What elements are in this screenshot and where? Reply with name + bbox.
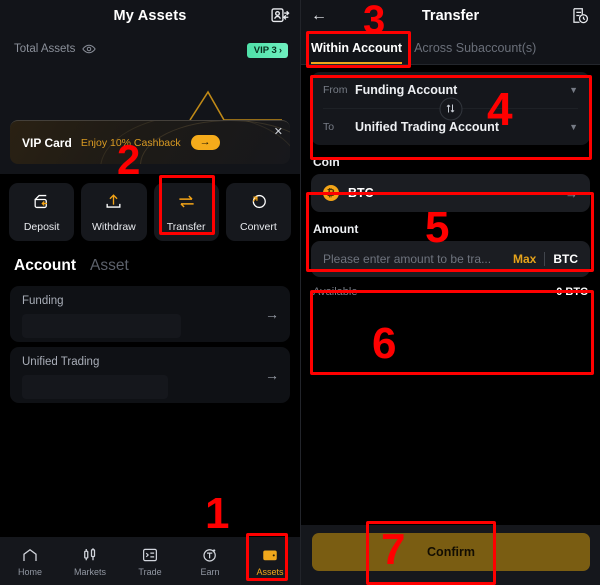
convert-label: Convert — [239, 220, 277, 233]
account-name: Funding — [22, 295, 64, 307]
transfer-tabs: Within Account Across Subaccount(s) — [301, 32, 600, 64]
eye-icon[interactable] — [82, 42, 97, 56]
chevron-right-icon: › — [278, 45, 282, 56]
vip-card-banner[interactable]: VIP Card Enjoy 10% Cashback → ✕ — [10, 120, 290, 164]
account-switch-icon[interactable] — [269, 5, 291, 27]
available-label: Available — [313, 286, 358, 298]
home-icon — [23, 548, 37, 561]
tab-across-subaccounts[interactable]: Across Subaccount(s) — [414, 41, 536, 64]
amount-unit: BTC — [553, 252, 578, 266]
tab-account[interactable]: Account — [14, 257, 76, 275]
earn-icon — [203, 548, 216, 562]
my-assets-panel: My Assets Total Assets VIP 3 › VIP Card … — [0, 0, 300, 585]
deposit-label: Deposit — [23, 220, 60, 233]
transfer-history-icon[interactable] — [570, 6, 590, 26]
withdraw-button[interactable]: Withdraw — [81, 183, 147, 241]
deposit-icon — [32, 192, 51, 216]
total-assets-row: Total Assets — [14, 42, 286, 56]
from-value: Funding Account — [355, 83, 458, 97]
account-balance-skeleton — [22, 314, 181, 338]
account-card-unified-trading[interactable]: Unified Trading → — [10, 347, 290, 403]
nav-item-home[interactable]: Home — [0, 546, 60, 577]
account-name: Unified Trading — [22, 356, 100, 368]
btc-icon: ₿ — [323, 185, 339, 201]
vip-card-title: VIP Card — [22, 135, 72, 150]
chevron-down-icon: ▼ — [569, 122, 578, 132]
from-label: From — [323, 84, 348, 96]
quick-actions-row: Deposit Withdraw Transfer Convert — [0, 174, 300, 245]
bottom-navigation: Home Markets Trade Earn Assets — [0, 537, 300, 585]
deposit-button[interactable]: Deposit — [9, 183, 75, 241]
coin-symbol: BTC — [348, 186, 374, 200]
nav-label: Home — [17, 566, 42, 577]
account-balance-skeleton — [22, 375, 168, 399]
from-to-selector: From Funding Account ▼ To Unified Tradin… — [311, 72, 590, 145]
app-screenshot: My Assets Total Assets VIP 3 › VIP Card … — [0, 0, 600, 585]
convert-icon — [249, 192, 268, 216]
tab-asset[interactable]: Asset — [90, 257, 129, 275]
available-value: 0 BTC — [556, 286, 588, 298]
nav-label: Earn — [200, 566, 220, 577]
confirm-bar: Confirm — [301, 525, 600, 585]
swap-icon[interactable] — [439, 97, 462, 120]
arrow-right-icon: → — [265, 367, 279, 383]
my-assets-header: My Assets — [0, 0, 300, 32]
coin-section-label: Coin — [313, 155, 340, 169]
page-title: My Assets — [113, 8, 187, 24]
nav-item-earn[interactable]: Earn — [180, 546, 240, 577]
convert-button[interactable]: Convert — [225, 183, 291, 241]
header-divider — [301, 64, 600, 65]
nav-item-markets[interactable]: Markets — [60, 546, 120, 577]
nav-label: Markets — [73, 566, 106, 577]
withdraw-label: Withdraw — [91, 220, 136, 233]
amount-section-label: Amount — [313, 222, 359, 236]
to-label: To — [323, 121, 335, 133]
total-assets-label: Total Assets — [14, 43, 76, 55]
arrow-right-icon: → — [265, 306, 279, 322]
withdraw-icon — [104, 192, 123, 216]
account-card-funding[interactable]: Funding → — [10, 286, 290, 342]
transfer-label: Transfer — [166, 220, 206, 233]
nav-label: Assets — [256, 566, 284, 577]
vip-card-banner-wrap: VIP Card Enjoy 10% Cashback → ✕ — [0, 120, 300, 174]
transfer-title: Transfer — [421, 8, 480, 24]
transfer-header: ← Transfer — [301, 0, 600, 32]
wallet-icon — [263, 550, 277, 560]
close-icon[interactable]: ✕ — [274, 125, 283, 138]
transfer-icon — [177, 192, 196, 216]
amount-input[interactable] — [323, 252, 505, 266]
to-value: Unified Trading Account — [355, 120, 499, 134]
max-button[interactable]: Max — [505, 252, 544, 266]
amount-input-box[interactable]: Max BTC — [311, 241, 590, 277]
nav-label: Trade — [138, 566, 162, 577]
vip-card-decoration-2 — [100, 121, 290, 164]
trade-icon — [143, 548, 157, 561]
tab-within-account[interactable]: Within Account — [311, 41, 403, 64]
coin-selector[interactable]: ₿ BTC → — [311, 174, 590, 212]
transfer-panel: ← Transfer Within Account Across Subacco… — [300, 0, 600, 585]
nav-item-assets[interactable]: Assets — [240, 546, 300, 577]
nav-item-trade[interactable]: Trade — [120, 546, 180, 577]
vip-badge[interactable]: VIP 3 › — [246, 43, 288, 58]
confirm-button[interactable]: Confirm — [312, 533, 590, 571]
arrow-right-icon: → — [565, 185, 578, 201]
account-asset-tabs: Account Asset — [0, 245, 300, 281]
chevron-down-icon: ▼ — [569, 85, 578, 95]
back-arrow-icon[interactable]: ← — [311, 7, 327, 25]
total-assets-hero: Total Assets VIP 3 › ⤢ — [0, 32, 300, 141]
vip-badge-label: VIP 3 — [253, 45, 277, 56]
transfer-button[interactable]: Transfer — [153, 183, 219, 241]
markets-icon — [84, 547, 96, 560]
available-row: Available 0 BTC — [301, 277, 600, 298]
